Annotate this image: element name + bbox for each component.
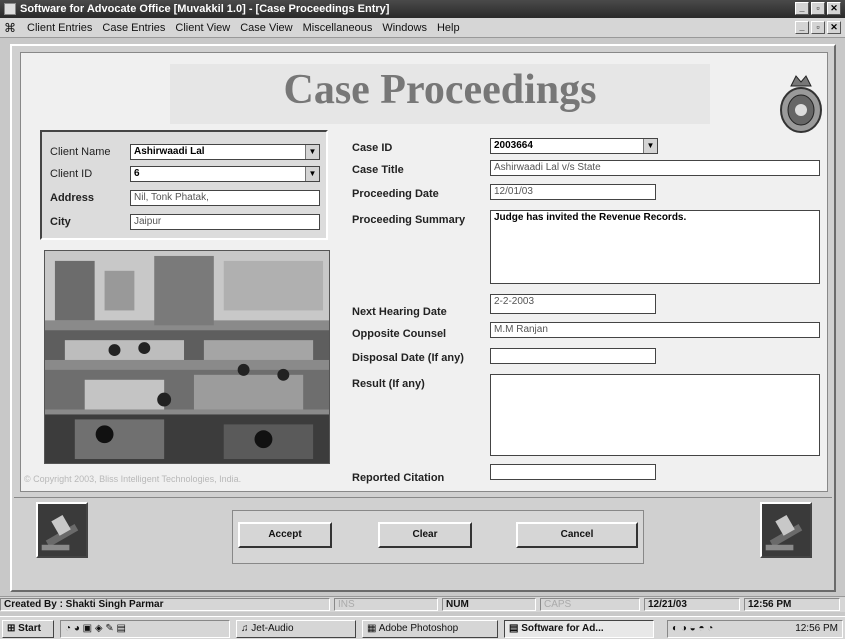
gavel-icon <box>760 502 812 558</box>
app-icon <box>4 3 16 15</box>
child-minimize-button[interactable]: _ <box>795 21 809 34</box>
status-ins: INS <box>334 598 438 611</box>
page-title: Case Proceedings <box>283 67 597 113</box>
opposite-counsel-field[interactable]: M.M Ranjan <box>490 322 820 338</box>
jet-audio-icon: ♫ <box>241 623 249 634</box>
disposal-date-label: Disposal Date (If any) <box>352 352 464 364</box>
emblem-icon <box>780 75 822 133</box>
client-id-value: 6 <box>134 168 140 179</box>
maximize-button[interactable]: ▫ <box>811 2 825 15</box>
minimize-button[interactable]: _ <box>795 2 809 15</box>
task-label: Adobe Photoshop <box>378 623 459 634</box>
status-date: 12/21/03 <box>644 598 740 611</box>
task-label: Software for Ad... <box>521 623 604 634</box>
menu-client-view[interactable]: Client View <box>170 22 235 34</box>
document-icon[interactable]: ⌘ <box>4 21 18 35</box>
menu-windows[interactable]: Windows <box>377 22 432 34</box>
status-time: 12:56 PM <box>744 598 840 611</box>
clear-button[interactable]: Clear <box>378 522 472 548</box>
tray-clock: 12:56 PM <box>795 623 838 634</box>
status-bar: Created By : Shakti Singh Parmar INS NUM… <box>0 596 845 612</box>
copyright-text: © Copyright 2003, Bliss Intelligent Tech… <box>24 474 242 484</box>
status-caps: CAPS <box>540 598 640 611</box>
chevron-down-icon[interactable]: ▼ <box>643 139 657 153</box>
case-title-label: Case Title <box>352 164 404 176</box>
next-hearing-field[interactable]: 2-2-2003 <box>490 294 656 314</box>
menu-case-view[interactable]: Case View <box>235 22 297 34</box>
proceeding-summary-label: Proceeding Summary <box>352 214 466 226</box>
menu-client-entries[interactable]: Client Entries <box>22 22 97 34</box>
case-title-field[interactable]: Ashirwaadi Lal v/s State <box>490 160 820 176</box>
status-created-by: Created By : Shakti Singh Parmar <box>0 598 330 611</box>
task-software-for-advocate[interactable]: ▤ Software for Ad... <box>504 620 654 638</box>
result-textarea[interactable] <box>490 374 820 456</box>
city-field[interactable]: Jaipur <box>130 214 320 230</box>
child-restore-button[interactable]: ▫ <box>811 21 825 34</box>
photoshop-icon: ▦ <box>367 623 377 634</box>
child-close-button[interactable]: ✕ <box>827 21 841 34</box>
result-label: Result (If any) <box>352 378 425 390</box>
windows-logo-icon: ⊞ <box>7 623 16 634</box>
start-label: Start <box>18 623 41 634</box>
gavel-icon <box>36 502 88 558</box>
courtroom-image <box>44 250 330 464</box>
chevron-down-icon[interactable]: ▼ <box>305 167 319 181</box>
case-id-select[interactable]: 2003664 ▼ <box>490 138 658 154</box>
status-num: NUM <box>442 598 536 611</box>
window-titlebar: Software for Advocate Office [Muvakkil 1… <box>0 0 845 18</box>
close-button[interactable]: ✕ <box>827 2 841 15</box>
system-tray: ◐ ◑ ◒ ◓ ◔ 12:56 PM <box>667 620 843 638</box>
task-label: Jet-Audio <box>251 623 294 634</box>
address-label: Address <box>50 192 95 204</box>
menu-miscellaneous[interactable]: Miscellaneous <box>298 22 378 34</box>
case-id-label: Case ID <box>352 142 393 154</box>
reported-citation-label: Reported Citation <box>352 472 445 484</box>
disposal-date-field[interactable] <box>490 348 656 364</box>
address-field[interactable]: Nil, Tonk Phatak, <box>130 190 320 206</box>
client-name-value: Ashirwaadi Lal <box>134 146 205 157</box>
task-adobe-photoshop[interactable]: ▦ Adobe Photoshop <box>362 620 498 638</box>
proceeding-date-field[interactable]: 12/01/03 <box>490 184 656 200</box>
client-id-label: Client ID <box>50 168 93 180</box>
quick-launch-bar: ◔ ◕ ▣ ◈ ✎ ▤ <box>60 620 230 638</box>
city-label: City <box>50 216 71 228</box>
tray-icons[interactable]: ◐ ◑ ◒ ◓ ◔ <box>672 623 713 634</box>
client-name-label: Client Name <box>50 146 111 158</box>
case-id-value: 2003664 <box>494 140 533 151</box>
task-jet-audio[interactable]: ♫ Jet-Audio <box>236 620 356 638</box>
proceeding-date-label: Proceeding Date <box>352 188 439 200</box>
next-hearing-label: Next Hearing Date <box>352 306 447 318</box>
opposite-counsel-label: Opposite Counsel <box>352 328 447 340</box>
menu-bar: ⌘ Client Entries Case Entries Client Vie… <box>0 18 845 38</box>
menu-help[interactable]: Help <box>432 22 465 34</box>
quick-launch-icons[interactable]: ◔ ◕ ▣ ◈ ✎ ▤ <box>65 623 126 634</box>
client-id-select[interactable]: 6 ▼ <box>130 166 320 182</box>
app-icon: ▤ <box>509 623 519 634</box>
menu-case-entries[interactable]: Case Entries <box>97 22 170 34</box>
proceeding-summary-textarea[interactable]: Judge has invited the Revenue Records. <box>490 210 820 284</box>
taskbar: ⊞ Start ◔ ◕ ▣ ◈ ✎ ▤ ♫ Jet-Audio ▦ Adobe … <box>0 616 845 639</box>
accept-button[interactable]: Accept <box>238 522 332 548</box>
start-button[interactable]: ⊞ Start <box>2 620 54 638</box>
client-name-select[interactable]: Ashirwaadi Lal ▼ <box>130 144 320 160</box>
chevron-down-icon[interactable]: ▼ <box>305 145 319 159</box>
reported-citation-field[interactable] <box>490 464 656 480</box>
window-title: Software for Advocate Office [Muvakkil 1… <box>20 3 390 15</box>
cancel-button[interactable]: Cancel <box>516 522 638 548</box>
